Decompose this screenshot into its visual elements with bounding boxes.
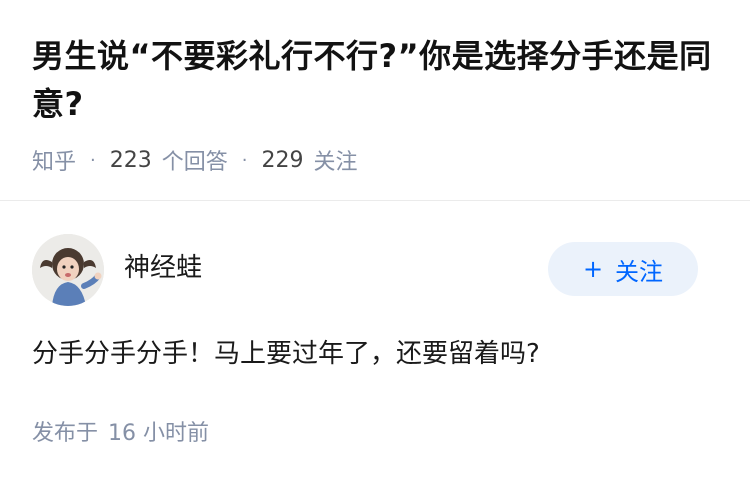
followers-count: 229 [261, 147, 304, 173]
author-name[interactable]: 神经蛙 [124, 248, 202, 288]
avatar-image [32, 234, 104, 306]
answer-timestamp: 发布于 16 小时前 [32, 414, 209, 454]
question-meta: 知乎 · 223 个回答 · 229 关注 [32, 142, 358, 178]
answer-author: 神经蛙 + 关注 [32, 234, 698, 306]
question-title[interactable]: 男生说“不要彩礼行不行?”你是选择分手还是同意? [32, 32, 712, 128]
answers-label[interactable]: 个回答 [162, 144, 228, 176]
answer-content[interactable]: 分手分手分手！马上要过年了，还要留着吗? [32, 332, 722, 376]
followers-label: 关注 [313, 150, 358, 175]
question-header: 男生说“不要彩礼行不行?”你是选择分手还是同意? [32, 32, 712, 128]
separator-dot: · [90, 149, 96, 171]
published-label: 发布于 [32, 421, 99, 446]
published-time: 16 小时前 [108, 421, 210, 446]
plus-icon: + [582, 255, 604, 283]
answers-count: 223 [109, 147, 152, 173]
divider [0, 200, 750, 201]
follow-button-label: 关注 [615, 257, 664, 286]
avatar[interactable] [32, 234, 104, 306]
separator-dot: · [241, 149, 248, 171]
follow-button[interactable]: + 关注 [548, 242, 698, 296]
source-label[interactable]: 知乎 [32, 144, 76, 176]
